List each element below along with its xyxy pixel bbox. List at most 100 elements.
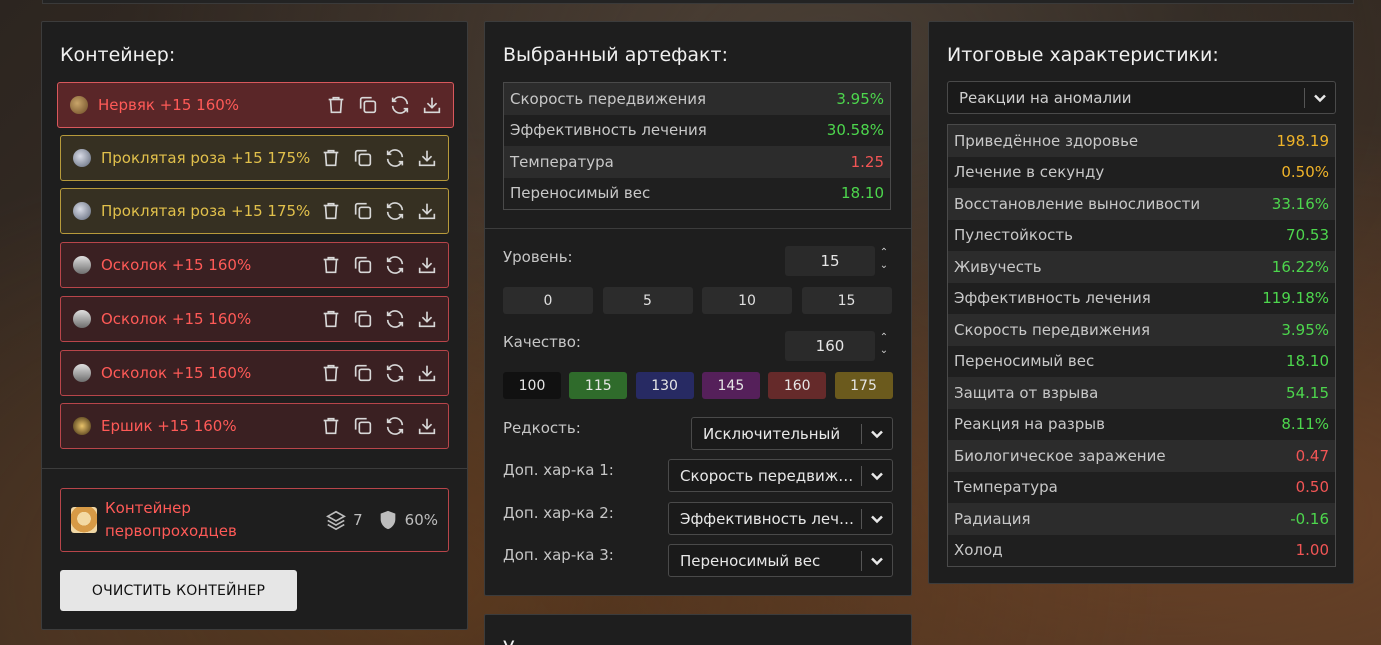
stat-value: 3.95% [1281, 320, 1329, 339]
container-protection: 60% [404, 511, 438, 529]
trash-icon[interactable] [320, 308, 342, 330]
quality-spinner[interactable]: ⌃ ⌄ [878, 331, 890, 361]
download-icon[interactable] [421, 94, 443, 116]
shard-artifact-icon [73, 256, 91, 274]
bottom-panel: У [484, 614, 912, 645]
stat-row: Скорость передвижения 3.95% [948, 314, 1335, 346]
chevron-down-icon [862, 554, 892, 568]
stat-label: Переносимый вес [510, 184, 651, 203]
copy-icon[interactable] [352, 308, 374, 330]
copy-icon[interactable] [352, 362, 374, 384]
clear-container-button[interactable]: ОЧИСТИТЬ КОНТЕЙНЕР [60, 570, 297, 611]
quality-preset-button[interactable]: 115 [569, 372, 628, 399]
stat-label: Восстановление выносливости [954, 194, 1201, 213]
container-item[interactable]: Проклятая роза +15 175% [60, 135, 449, 181]
swap-icon[interactable] [384, 415, 406, 437]
download-icon[interactable] [416, 362, 438, 384]
level-preset-button[interactable]: 15 [801, 287, 892, 314]
download-icon[interactable] [416, 147, 438, 169]
download-icon[interactable] [416, 254, 438, 276]
stat-label: Приведённое здоровье [954, 131, 1139, 150]
stat-value: 30.58% [826, 121, 884, 140]
swap-icon[interactable] [389, 94, 411, 116]
stat-value: 54.15 [1286, 383, 1329, 402]
copy-icon[interactable] [357, 94, 379, 116]
extra1-value: Скорость передвижения [680, 466, 861, 485]
quality-input[interactable]: 160 [785, 331, 875, 361]
extra3-select[interactable]: Переносимый вес [668, 544, 893, 577]
stat-row: Температура 0.50 [948, 471, 1335, 503]
stat-value: 1.00 [1295, 541, 1329, 560]
copy-icon[interactable] [352, 254, 374, 276]
container-card[interactable]: Контейнер первопроходцев 7 60% [60, 488, 449, 552]
download-icon[interactable] [416, 308, 438, 330]
level-spinner[interactable]: ⌃ ⌄ [878, 246, 890, 276]
rarity-select[interactable]: Исключительный [691, 417, 893, 450]
quality-preset-button[interactable]: 100 [503, 372, 561, 399]
swap-icon[interactable] [384, 362, 406, 384]
chevron-down-icon [862, 427, 892, 441]
container-item[interactable]: Осколок +15 160% [60, 350, 449, 396]
container-item[interactable]: Осколок +15 160% [60, 242, 449, 288]
bottom-panel-title: У [503, 637, 515, 645]
level-input[interactable]: 15 [785, 246, 875, 276]
cursed-rose-artifact-icon [73, 149, 91, 167]
stat-label: Эффективность лечения [954, 289, 1151, 308]
stat-row: Скорость передвижения 3.95% [504, 83, 890, 115]
level-preset-button[interactable]: 5 [602, 287, 693, 314]
stat-value: 0.50% [1281, 163, 1329, 182]
stat-row: Реакция на разрыв 8.11% [948, 408, 1335, 440]
level-preset-button[interactable]: 10 [702, 287, 792, 314]
totals-title: Итоговые характеристики: [947, 44, 1219, 66]
stat-label: Переносимый вес [954, 352, 1095, 371]
level-preset-button[interactable]: 0 [503, 287, 593, 314]
swap-icon[interactable] [384, 200, 406, 222]
container-item-name: Осколок +15 160% [101, 310, 252, 328]
container-item[interactable]: Ершик +15 160% [60, 403, 449, 449]
container-item[interactable]: Нервяк +15 160% [57, 82, 454, 128]
copy-icon[interactable] [352, 415, 374, 437]
stat-label: Температура [510, 152, 614, 171]
quality-preset-button[interactable]: 130 [635, 372, 694, 399]
copy-icon[interactable] [352, 147, 374, 169]
stat-value: 18.10 [841, 184, 884, 203]
swap-icon[interactable] [384, 308, 406, 330]
extra1-select[interactable]: Скорость передвижения [668, 459, 893, 492]
container-avatar [71, 507, 97, 533]
trash-icon[interactable] [320, 254, 342, 276]
chevron-down-icon [1305, 91, 1335, 105]
totals-filter-select[interactable]: Реакции на аномалии [947, 81, 1336, 114]
ershik-artifact-icon [73, 417, 91, 435]
nervyak-artifact-icon [70, 96, 88, 114]
download-icon[interactable] [416, 200, 438, 222]
quality-preset-button[interactable]: 175 [834, 372, 893, 399]
swap-icon[interactable] [384, 147, 406, 169]
stat-row: Эффективность лечения 30.58% [504, 114, 890, 146]
swap-icon[interactable] [384, 254, 406, 276]
stat-value: 18.10 [1286, 352, 1329, 371]
container-slots: 7 [353, 511, 363, 529]
extra2-select[interactable]: Эффективность лечения [668, 502, 893, 535]
extra3-value: Переносимый вес [680, 551, 821, 570]
copy-icon[interactable] [352, 200, 374, 222]
stat-label: Реакция на разрыв [954, 415, 1105, 434]
stat-row: Биологическое заражение 0.47 [948, 440, 1335, 472]
artifact-panel: Выбранный артефакт: Скорость передвижени… [484, 21, 912, 596]
quality-preset-button[interactable]: 145 [701, 372, 760, 399]
stat-value: 0.47 [1295, 446, 1329, 465]
trash-icon[interactable] [320, 415, 342, 437]
container-item[interactable]: Проклятая роза +15 175% [60, 188, 449, 234]
trash-icon[interactable] [320, 147, 342, 169]
chevron-down-icon [862, 469, 892, 483]
quality-preset-button[interactable]: 160 [768, 372, 827, 399]
stat-value: 33.16% [1271, 194, 1329, 213]
extra2-value: Эффективность лечения [680, 509, 861, 528]
download-icon[interactable] [416, 415, 438, 437]
trash-icon[interactable] [325, 94, 347, 116]
trash-icon[interactable] [320, 200, 342, 222]
shard-artifact-icon [73, 310, 91, 328]
container-title: Контейнер: [60, 44, 176, 66]
trash-icon[interactable] [320, 362, 342, 384]
stat-value: 0.50 [1295, 478, 1329, 497]
container-item[interactable]: Осколок +15 160% [60, 296, 449, 342]
